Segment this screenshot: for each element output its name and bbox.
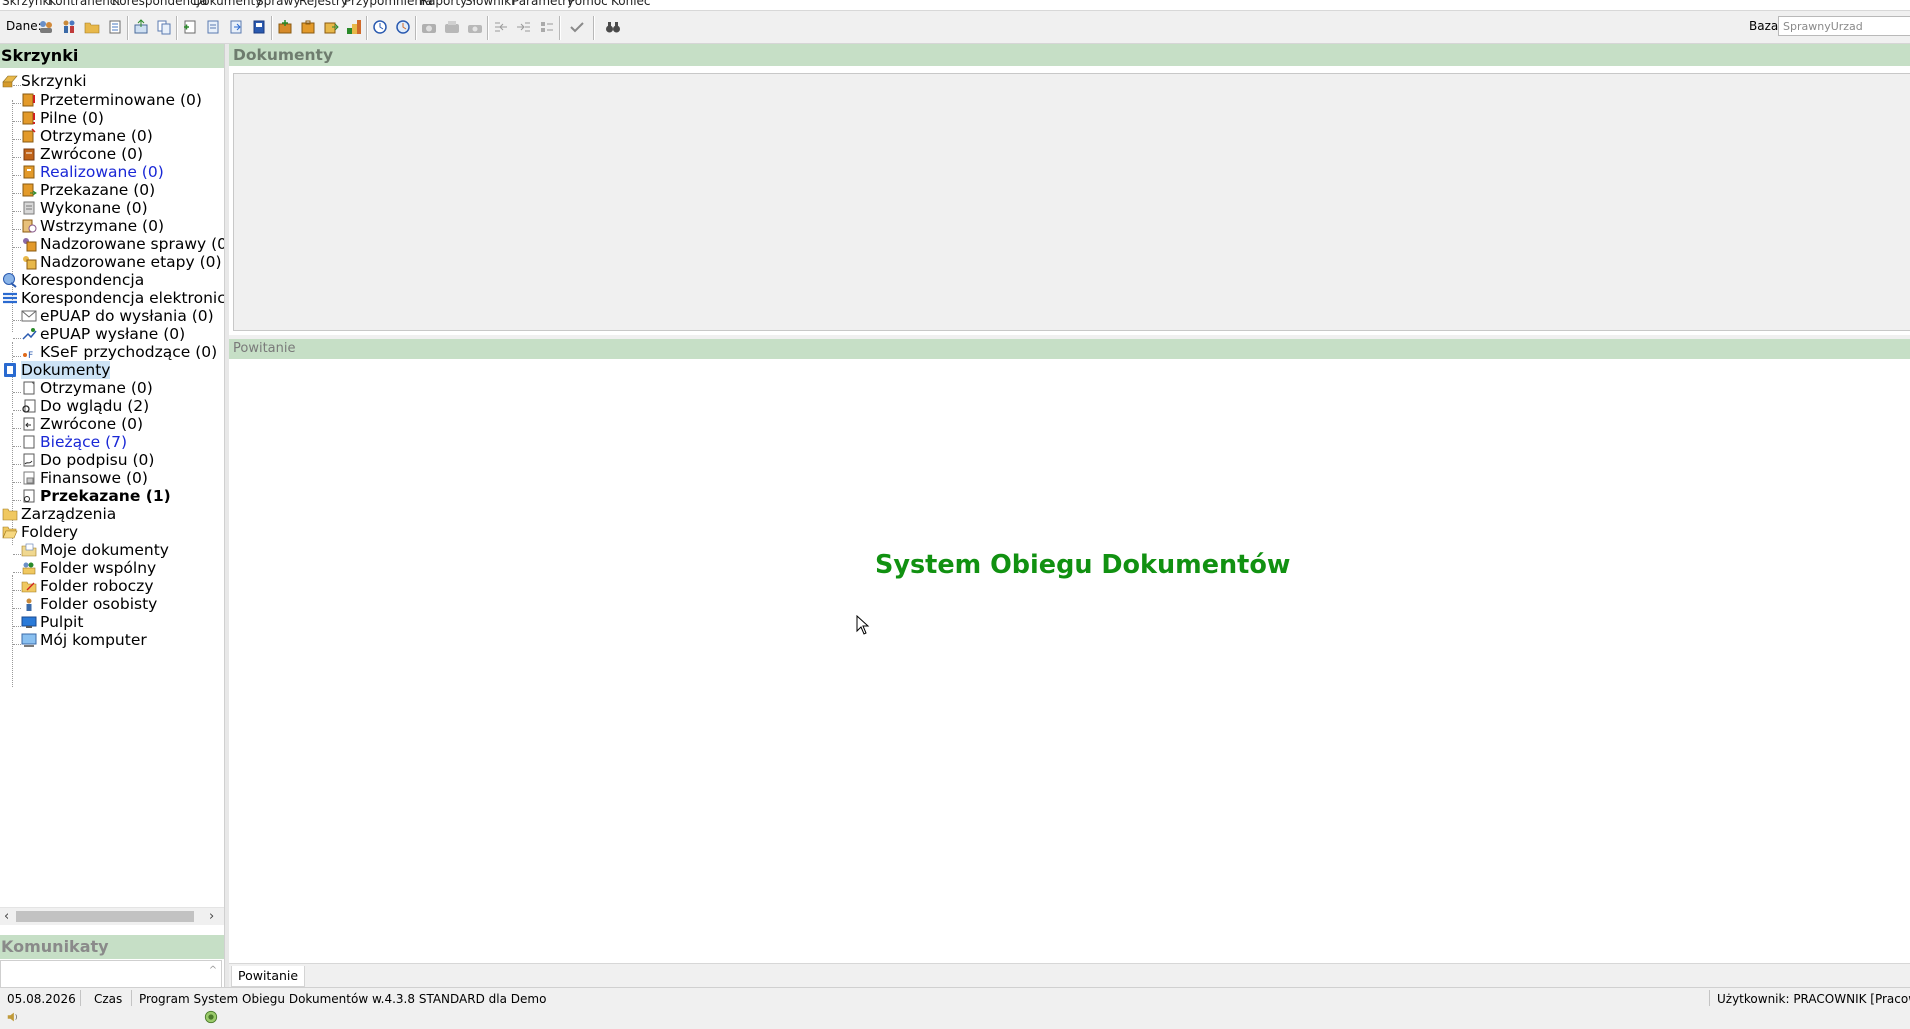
document-arrow-icon[interactable] — [227, 18, 245, 36]
move-list-icon[interactable] — [538, 18, 556, 36]
binoculars-icon[interactable] — [604, 18, 622, 36]
status-program: Program System Obiegu Dokumentów w.4.3.8… — [139, 992, 547, 1006]
refresh-globe-icon[interactable] — [204, 1009, 218, 1028]
scroll-left-arrow-icon[interactable]: ‹ — [4, 908, 9, 925]
menu-pomoc[interactable]: Pomoc — [568, 0, 608, 8]
navigation-tree: Skrzynki Przeterminowane (0) Pilne (0) O… — [0, 70, 224, 900]
menu-bar: Skrzynki Kontrahenci Korespondencja Doku… — [0, 0, 1910, 11]
menu-kontrahenci[interactable]: Kontrahenci — [48, 0, 120, 8]
scroll-right-arrow-icon[interactable]: › — [209, 908, 214, 925]
folder-open-icon — [1, 523, 19, 541]
folder-open-icon[interactable] — [83, 18, 101, 36]
left-panel: Skrzynki Skrzynki Przeterminowane (0) Pi… — [0, 44, 224, 1029]
status-czas: Czas — [94, 992, 123, 1006]
dokumenty-section-title: Dokumenty — [229, 44, 1910, 66]
messages-toolbar — [0, 1005, 224, 1029]
inbox-add-icon[interactable] — [132, 18, 150, 36]
stages-icon[interactable] — [345, 18, 363, 36]
tree-horizontal-scrollbar[interactable]: ‹ › — [0, 907, 224, 925]
status-user: Użytkownik: PRACOWNIK [Pracownik] — [1717, 992, 1910, 1006]
document-blue-icon[interactable] — [250, 18, 268, 36]
electronic-mail-icon — [1, 289, 19, 307]
menu-slowniki[interactable]: Słowniki — [465, 0, 514, 8]
menu-parametry[interactable]: Parametry — [512, 0, 574, 8]
baza-input[interactable] — [1778, 16, 1910, 36]
move-left-icon[interactable] — [492, 18, 510, 36]
toolbar: Dane: Baza: — [0, 11, 1910, 44]
welcome-title: System Obiegu Dokumentów — [875, 550, 1291, 580]
documents-icon — [1, 361, 19, 379]
document-icon[interactable] — [204, 18, 222, 36]
check-icon[interactable] — [568, 18, 586, 36]
main-area: Dokumenty Powitanie System Obiegu Dokume… — [229, 44, 1910, 995]
tree-moj-komputer-label: Mój komputer — [40, 631, 147, 649]
new-document-icon[interactable] — [181, 18, 199, 36]
scan-icon[interactable] — [443, 18, 461, 36]
menu-koniec[interactable]: Koniec — [611, 0, 651, 8]
copy-icon[interactable] — [155, 18, 173, 36]
contractors-icon[interactable] — [37, 18, 55, 36]
scrollbar-thumb[interactable] — [16, 911, 194, 922]
case-forward-icon[interactable] — [322, 18, 340, 36]
people-icon[interactable] — [60, 18, 78, 36]
skrzynki-panel-title: Skrzynki — [0, 44, 224, 68]
case-icon[interactable] — [299, 18, 317, 36]
camera-icon[interactable] — [420, 18, 438, 36]
reminder-clock-icon[interactable] — [371, 18, 389, 36]
inbox-tray-icon — [1, 72, 19, 90]
computer-icon — [20, 631, 38, 649]
tree-moj-komputer[interactable]: Mój komputer — [20, 629, 147, 651]
menu-raporty[interactable]: Raporty — [420, 0, 467, 8]
documents-grid[interactable] — [233, 73, 1910, 331]
document-list-icon[interactable] — [106, 18, 124, 36]
tree-skrzynki-label: Skrzynki — [21, 72, 87, 90]
speaker-icon[interactable] — [6, 1009, 20, 1028]
mouse-cursor-icon — [856, 615, 870, 635]
status-bar: 05.08.2026 Czas Program System Obiegu Do… — [0, 987, 1910, 1008]
menu-dokumenty[interactable]: Dokumenty — [193, 0, 262, 8]
status-date: 05.08.2026 — [7, 992, 76, 1006]
case-new-icon[interactable] — [276, 18, 294, 36]
scan-multi-icon[interactable] — [466, 18, 484, 36]
move-right-icon[interactable] — [515, 18, 533, 36]
tab-powitanie[interactable]: Powitanie — [231, 966, 306, 987]
powitanie-section-title: Powitanie — [229, 339, 1910, 359]
menu-rejestry[interactable]: Rejestry — [299, 0, 348, 8]
komunikaty-title: Komunikaty — [0, 935, 224, 959]
menu-skrzynki[interactable]: Skrzynki — [2, 0, 53, 8]
menu-sprawy[interactable]: Sprawy — [256, 0, 300, 8]
reminder-refresh-icon[interactable] — [394, 18, 412, 36]
